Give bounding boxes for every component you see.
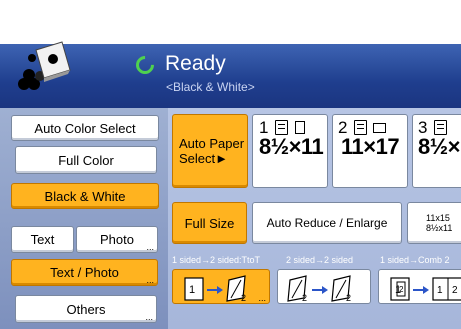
- full-color-label: Full Color: [58, 152, 114, 168]
- text-photo-mode-button[interactable]: Text / Photo ...: [11, 259, 158, 286]
- paper-tray-2-button[interactable]: 2 11×17: [332, 114, 408, 188]
- others-mode-label: Others: [66, 301, 106, 317]
- landscape-sheet-icon: [373, 123, 386, 133]
- more-options-icon: ...: [258, 293, 266, 303]
- text-mode-label: Text: [30, 232, 55, 247]
- tray-icon: [354, 120, 367, 135]
- photo-mode-button[interactable]: Photo ...: [76, 226, 158, 253]
- photo-mode-label: Photo: [100, 232, 134, 247]
- tray-3-size: 8½×1: [418, 134, 461, 159]
- more-options-icon: ...: [145, 312, 153, 322]
- auto-reduce-enlarge-label: Auto Reduce / Enlarge: [266, 216, 388, 230]
- svg-text:2: 2: [346, 293, 351, 303]
- paper-tray-1-button[interactable]: 1 8½×11: [252, 114, 328, 188]
- status-subtitle: <Black & White>: [166, 80, 255, 94]
- auto-paper-line2: Select►: [179, 151, 228, 166]
- auto-color-select-label: Auto Color Select: [34, 120, 136, 136]
- preset-ratio-top: 11x15: [426, 213, 450, 223]
- tray-2-size: 11×17: [341, 134, 400, 159]
- two-to-two-sided-icon: 2 2: [287, 275, 351, 303]
- others-mode-button[interactable]: Others ...: [15, 295, 157, 323]
- auto-paper-select-button[interactable]: Auto Paper Select►: [172, 114, 248, 188]
- text-mode-button[interactable]: Text: [11, 226, 74, 253]
- copier-logo-icon: [18, 41, 71, 90]
- svg-text:2: 2: [302, 293, 307, 303]
- more-options-icon: ...: [146, 275, 154, 285]
- duplex-option-1-label: 1 sided→2 sided:TtoT: [172, 255, 261, 265]
- tray-icon: [434, 120, 447, 135]
- auto-reduce-enlarge-button[interactable]: Auto Reduce / Enlarge: [252, 202, 402, 244]
- black-white-button[interactable]: Black & White: [11, 183, 159, 209]
- tray-1-size: 8½×11: [259, 134, 324, 159]
- duplex-option-2-label: 2 sided→2 sided: [286, 255, 354, 265]
- full-size-button[interactable]: Full Size: [172, 202, 247, 244]
- tray-icon: [275, 120, 288, 135]
- svg-text:1: 1: [437, 285, 443, 296]
- full-size-label: Full Size: [184, 215, 235, 231]
- duplex-2to2-button[interactable]: 2 2: [277, 269, 371, 304]
- paper-tray-3-button[interactable]: 3 8½×1: [412, 114, 461, 188]
- black-white-label: Black & White: [44, 188, 126, 204]
- copier-screen: Ready <Black & White> Auto Color Select …: [0, 0, 461, 329]
- duplex-option-3-label: 1 sided→Comb 2: [380, 255, 450, 265]
- duplex-1to2-button[interactable]: 1 2 ...: [172, 269, 270, 304]
- more-options-icon: ...: [146, 242, 154, 252]
- svg-text:2: 2: [241, 293, 246, 303]
- svg-text:1: 1: [189, 284, 195, 296]
- combine-sided-icon: 1 2 1 2: [390, 277, 461, 301]
- duplex-combine-button[interactable]: 1 2 1 2: [378, 269, 461, 304]
- full-color-button[interactable]: Full Color: [15, 146, 157, 174]
- preset-ratio-button[interactable]: 11x15 8½x11: [407, 202, 461, 244]
- status-title: Ready: [165, 52, 226, 75]
- preset-ratio-bottom: 8½x11: [426, 223, 453, 233]
- auto-paper-line1: Auto Paper: [179, 136, 245, 151]
- svg-text:2: 2: [399, 285, 404, 294]
- text-photo-mode-label: Text / Photo: [50, 265, 119, 280]
- auto-color-select-button[interactable]: Auto Color Select: [11, 115, 159, 141]
- one-to-two-sided-icon: 1 2: [184, 275, 246, 303]
- portrait-sheet-icon: [295, 121, 305, 134]
- svg-text:2: 2: [452, 285, 458, 296]
